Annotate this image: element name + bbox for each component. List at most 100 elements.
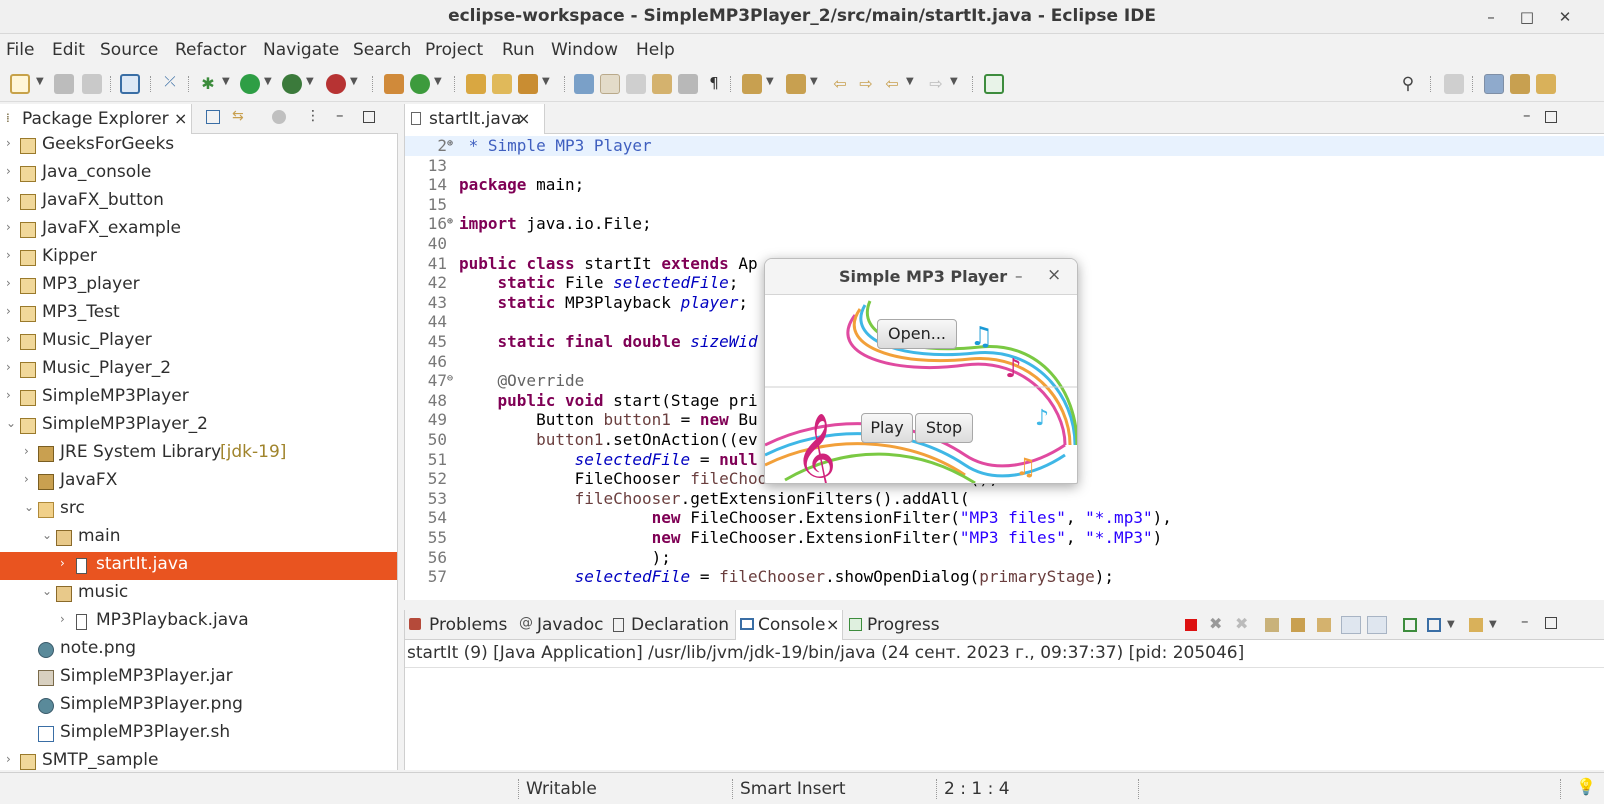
tree-item[interactable]: › MP3_Test — [0, 300, 397, 328]
chevron-down-icon[interactable]: ▼ — [950, 76, 958, 87]
remove-launch-icon[interactable]: ✖ — [1209, 614, 1222, 633]
tree-item[interactable]: SimpleMP3Player.png — [0, 692, 397, 720]
forward-edit-icon[interactable]: ⇨ — [856, 74, 876, 94]
expand-arrow-icon[interactable]: › — [6, 360, 18, 374]
previous-annotation-icon[interactable] — [786, 74, 806, 94]
chevron-down-icon[interactable]: ▼ — [434, 76, 442, 87]
link-with-editor-icon[interactable]: ⇆ — [232, 108, 244, 124]
tree-item[interactable]: ⌄ main — [0, 524, 397, 552]
menu-source[interactable]: Source — [100, 40, 158, 60]
filters-icon[interactable] — [272, 110, 286, 124]
external-tools-icon[interactable] — [326, 74, 346, 94]
collapse-arrow-icon[interactable]: ⌄ — [6, 416, 18, 430]
back-icon[interactable]: ⇦ — [882, 74, 902, 94]
remove-all-launches-icon[interactable]: ✖ — [1235, 614, 1248, 633]
next-annotation-icon[interactable] — [742, 74, 762, 94]
tree-item[interactable]: ⌄ src — [0, 496, 397, 524]
new-java-package-icon[interactable] — [384, 74, 404, 94]
tab-progress[interactable]: Progress — [847, 610, 947, 640]
tree-item[interactable]: › SimpleMP3Player — [0, 384, 397, 412]
code-line[interactable]: 54 new FileChooser.ExtensionFilter("MP3 … — [405, 508, 1604, 528]
expand-arrow-icon[interactable]: › — [6, 220, 18, 234]
expand-arrow-icon[interactable]: › — [6, 332, 18, 346]
minimize-view-icon[interactable]: – — [336, 106, 344, 124]
tree-item[interactable]: ⌄ music — [0, 580, 397, 608]
menu-file[interactable]: File — [6, 40, 34, 60]
display-selected-console-icon[interactable] — [1427, 618, 1441, 632]
new-java-class-icon[interactable] — [410, 74, 430, 94]
code-line[interactable]: 55 new FileChooser.ExtensionFilter("MP3 … — [405, 528, 1604, 548]
search-icon[interactable]: ⚲ — [1398, 74, 1418, 94]
open-type-icon[interactable] — [466, 74, 486, 94]
java-perspective-icon[interactable] — [1484, 74, 1504, 94]
menu-run[interactable]: Run — [502, 40, 535, 60]
expand-arrow-icon[interactable]: › — [6, 304, 18, 318]
show-console-on-output-icon[interactable] — [1341, 616, 1361, 634]
tree-item[interactable]: SimpleMP3Player.jar — [0, 664, 397, 692]
debug-perspective-icon[interactable] — [1510, 74, 1530, 94]
tab-startit-java[interactable]: startIt.java × — [405, 104, 545, 134]
menu-navigate[interactable]: Navigate — [263, 40, 339, 60]
tree-item[interactable]: › MP3Playback.java — [0, 608, 397, 636]
menu-search[interactable]: Search — [353, 40, 411, 60]
save-all-icon[interactable] — [82, 74, 102, 94]
coverage-icon[interactable] — [282, 74, 302, 94]
chevron-down-icon[interactable]: ▼ — [264, 76, 272, 87]
maximize-view-icon[interactable] — [363, 111, 375, 123]
maximize-panel-icon[interactable] — [1545, 617, 1557, 629]
collapse-arrow-icon[interactable]: ⌄ — [42, 528, 54, 542]
expand-arrow-icon[interactable]: › — [24, 472, 36, 486]
tree-item[interactable]: › Kipper — [0, 244, 397, 272]
forward-icon[interactable]: ⇨ — [926, 74, 946, 94]
close-icon[interactable]: × — [517, 109, 530, 128]
chevron-down-icon[interactable]: ▼ — [36, 76, 44, 87]
chevron-down-icon[interactable]: ▼ — [766, 76, 774, 87]
minimize-window-button[interactable]: – — [1480, 6, 1502, 28]
code-line[interactable]: 40 — [405, 234, 1604, 254]
pin-editor-icon[interactable] — [984, 74, 1004, 94]
collapse-arrow-icon[interactable]: ⌄ — [24, 500, 36, 514]
code-line[interactable]: 2 ⊕ * Simple MP3 Player — [405, 136, 1604, 156]
close-window-button[interactable]: ✕ — [1554, 6, 1576, 28]
collapse-all-icon[interactable] — [206, 110, 220, 124]
tree-item[interactable]: ⌄ SimpleMP3Player_2 — [0, 412, 397, 440]
close-icon[interactable]: × — [826, 615, 839, 634]
pin-console-icon[interactable] — [1403, 618, 1417, 632]
resource-perspective-icon[interactable] — [1536, 74, 1556, 94]
tree-item[interactable]: › MP3_player — [0, 272, 397, 300]
open-button[interactable]: Open... — [877, 319, 957, 349]
tree-item[interactable]: SimpleMP3Player.sh — [0, 720, 397, 748]
code-line[interactable]: 13 — [405, 156, 1604, 176]
expand-arrow-icon[interactable]: › — [6, 276, 18, 290]
chevron-down-icon[interactable]: ▼ — [306, 76, 314, 87]
tree-item[interactable]: › JavaFX — [0, 468, 397, 496]
word-wrap-icon[interactable] — [652, 74, 672, 94]
tab-declaration[interactable]: Declaration — [609, 610, 733, 640]
expand-arrow-icon[interactable]: › — [6, 388, 18, 402]
expand-arrow-icon[interactable]: › — [6, 752, 18, 766]
menu-help[interactable]: Help — [636, 40, 675, 60]
save-icon[interactable] — [54, 74, 74, 94]
tip-lightbulb-icon[interactable]: 💡 — [1576, 777, 1596, 796]
tree-item[interactable]: › JavaFX_button — [0, 188, 397, 216]
code-line[interactable]: 15 — [405, 195, 1604, 215]
menu-window[interactable]: Window — [551, 40, 618, 60]
maximize-editor-icon[interactable] — [1545, 111, 1557, 123]
dialog-titlebar[interactable]: Simple MP3 Player – × — [765, 259, 1077, 295]
open-folder-icon[interactable] — [492, 74, 512, 94]
pilcrow-icon[interactable]: ¶ — [704, 74, 724, 94]
expand-arrow-icon[interactable]: › — [60, 556, 72, 570]
expand-fold-icon[interactable]: ⊕ — [447, 138, 457, 149]
tree-item[interactable]: › GeeksForGeeks — [0, 132, 397, 160]
code-line[interactable]: 16 ⊕ import java.io.File; — [405, 214, 1604, 234]
clear-console-icon[interactable] — [1265, 618, 1279, 632]
code-line[interactable]: 57 selectedFile = fileChooser.showOpenDi… — [405, 567, 1604, 587]
collapse-arrow-icon[interactable]: ⌄ — [42, 584, 54, 598]
code-line[interactable]: 53 fileChooser.getExtensionFilters().add… — [405, 489, 1604, 509]
skip-breakpoints-icon[interactable]: ⤫ — [160, 74, 180, 94]
minimize-editor-icon[interactable]: – — [1523, 106, 1531, 124]
new-icon[interactable] — [10, 74, 30, 94]
word-wrap-icon[interactable] — [1317, 618, 1331, 632]
toggle-mark-occurrences-icon[interactable] — [600, 74, 620, 94]
chevron-down-icon[interactable]: ▼ — [350, 76, 358, 87]
